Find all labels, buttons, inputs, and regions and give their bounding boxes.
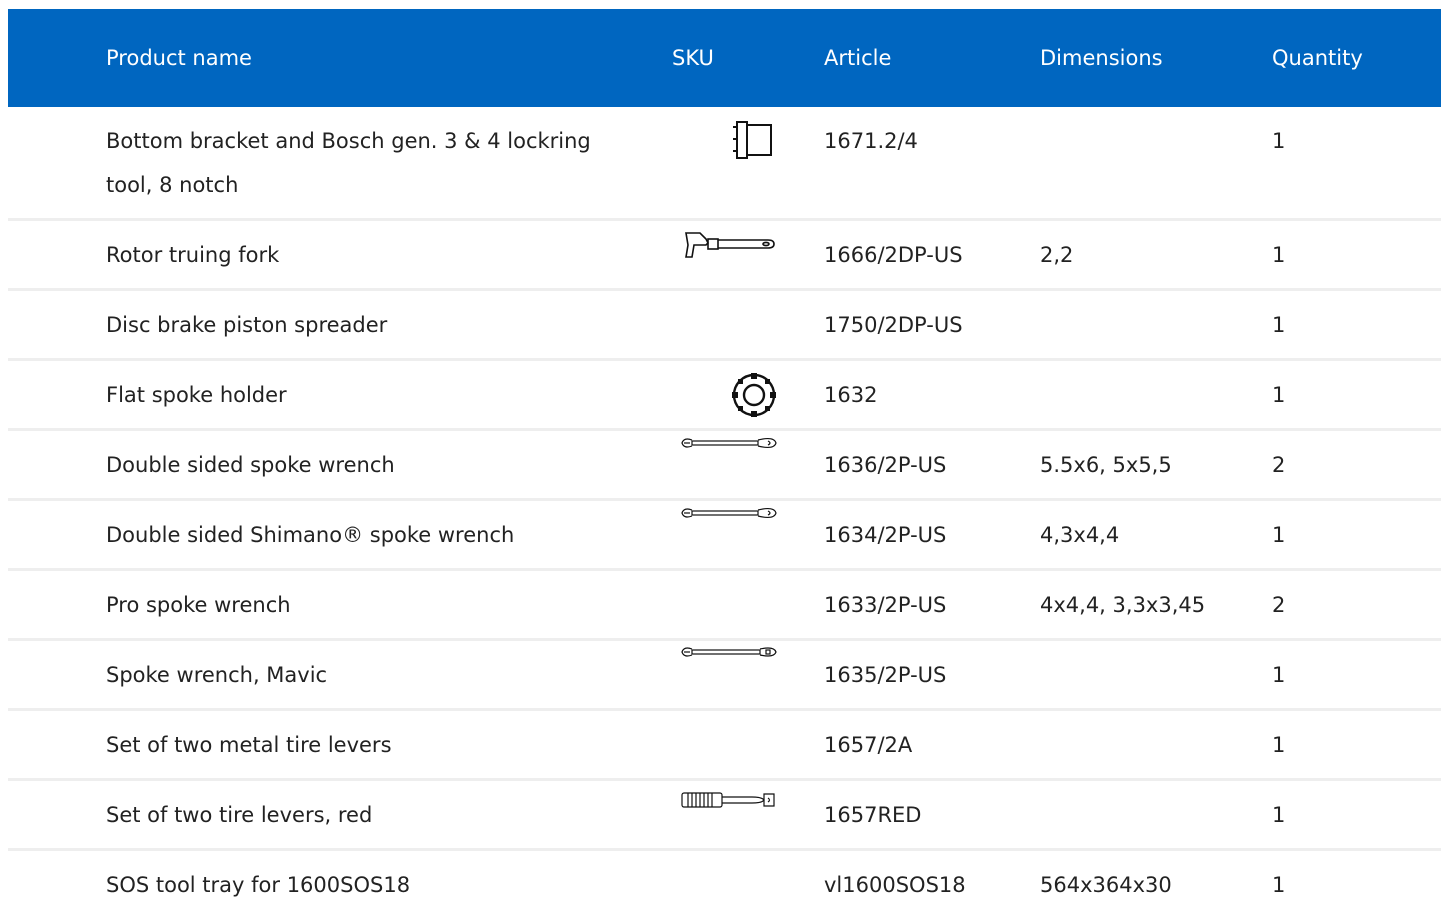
product-name: Set of two metal tire levers xyxy=(106,733,392,757)
product-name: Pro spoke wrench xyxy=(106,593,291,617)
table-row: Double sided Shimano® spoke wrench 1634/2… xyxy=(8,501,1441,571)
dimensions-value: 4,3x4,4 xyxy=(1040,523,1120,547)
table-body: Bottom bracket and Bosch gen. 3 & 4 lock… xyxy=(8,107,1441,916)
sku-image-empty xyxy=(668,291,778,335)
product-name: Flat spoke holder xyxy=(106,383,287,407)
mavic-spoke-wrench-icon xyxy=(668,645,778,689)
product-name: Double sided Shimano® spoke wrench xyxy=(106,523,515,547)
quantity-value: 1 xyxy=(1272,243,1286,267)
header-quantity: Quantity xyxy=(1272,46,1363,70)
article-number: 1632 xyxy=(824,383,878,407)
quantity-value: 1 xyxy=(1272,129,1286,153)
quantity-value: 1 xyxy=(1272,663,1286,687)
product-name: Double sided spoke wrench xyxy=(106,453,395,477)
table-row: Disc brake piston spreader 1750/2DP-US 1 xyxy=(8,291,1441,361)
lockring-tool-icon xyxy=(668,119,778,163)
product-name: Rotor truing fork xyxy=(106,243,280,267)
tire-lever-icon xyxy=(668,789,778,833)
header-sku: SKU xyxy=(672,46,714,70)
article-number: 1634/2P-US xyxy=(824,523,947,547)
header-article: Article xyxy=(824,46,892,70)
dimensions-value: 5.5x6, 5x5,5 xyxy=(1040,453,1172,477)
quantity-value: 1 xyxy=(1272,803,1286,827)
table-row: Rotor truing fork 1666/2DP-US 2,2 1 xyxy=(8,221,1441,291)
table-row: Bottom bracket and Bosch gen. 3 & 4 lock… xyxy=(8,107,1441,221)
quantity-value: 1 xyxy=(1272,733,1286,757)
sku-image-empty xyxy=(668,571,778,615)
quantity-value: 2 xyxy=(1272,453,1286,477)
sku-image-empty xyxy=(668,711,778,755)
article-number: 1633/2P-US xyxy=(824,593,947,617)
dimensions-value: 4x4,4, 3,3x3,45 xyxy=(1040,593,1206,617)
table-header: Product name SKU Article Dimensions Quan… xyxy=(8,9,1441,107)
article-number: 1635/2P-US xyxy=(824,663,947,687)
table-row: Spoke wrench, Mavic 1635/2P-US 1 xyxy=(8,641,1441,711)
rotor-truing-fork-icon xyxy=(668,229,778,273)
sku-image-empty xyxy=(668,851,778,895)
product-name: Set of two tire levers, red xyxy=(106,803,373,827)
product-name: Spoke wrench, Mavic xyxy=(106,663,328,687)
article-number: 1750/2DP-US xyxy=(824,313,963,337)
quantity-value: 1 xyxy=(1272,873,1286,897)
article-number: 1671.2/4 xyxy=(824,129,918,153)
table-row: Set of two tire levers, red 1657RED 1 xyxy=(8,781,1441,851)
spoke-wrench-icon xyxy=(668,505,778,549)
article-number: 1657RED xyxy=(824,803,922,827)
quantity-value: 1 xyxy=(1272,383,1286,407)
spoke-wrench-icon xyxy=(668,435,778,479)
table-row: Flat spoke holder 1632 1 xyxy=(8,361,1441,431)
product-name: SOS tool tray for 1600SOS18 xyxy=(106,873,411,897)
quantity-value: 1 xyxy=(1272,313,1286,337)
table-row: SOS tool tray for 1600SOS18 vl1600SOS18 56… xyxy=(8,851,1441,916)
article-number: 1636/2P-US xyxy=(824,453,947,477)
header-dimensions: Dimensions xyxy=(1040,46,1163,70)
quantity-value: 1 xyxy=(1272,523,1286,547)
product-name: Disc brake piston spreader xyxy=(106,313,388,337)
product-name: Bottom bracket and Bosch gen. 3 & 4 lock… xyxy=(106,129,591,197)
spoke-holder-icon xyxy=(668,371,778,417)
article-number: 1666/2DP-US xyxy=(824,243,963,267)
article-number: vl1600SOS18 xyxy=(824,873,966,897)
article-number: 1657/2A xyxy=(824,733,913,757)
header-product-name: Product name xyxy=(106,46,252,70)
dimensions-value: 2,2 xyxy=(1040,243,1074,267)
table-row: Double sided spoke wrench 1636/2P-US 5.5x6… xyxy=(8,431,1441,501)
table-row: Pro spoke wrench 1633/2P-US 4x4,4, 3,3x3,4… xyxy=(8,571,1441,641)
dimensions-value: 564x364x30 xyxy=(1040,873,1172,897)
table-row: Set of two metal tire levers 1657/2A 1 xyxy=(8,711,1441,781)
quantity-value: 2 xyxy=(1272,593,1286,617)
product-table: Product name SKU Article Dimensions Quan… xyxy=(8,9,1441,916)
